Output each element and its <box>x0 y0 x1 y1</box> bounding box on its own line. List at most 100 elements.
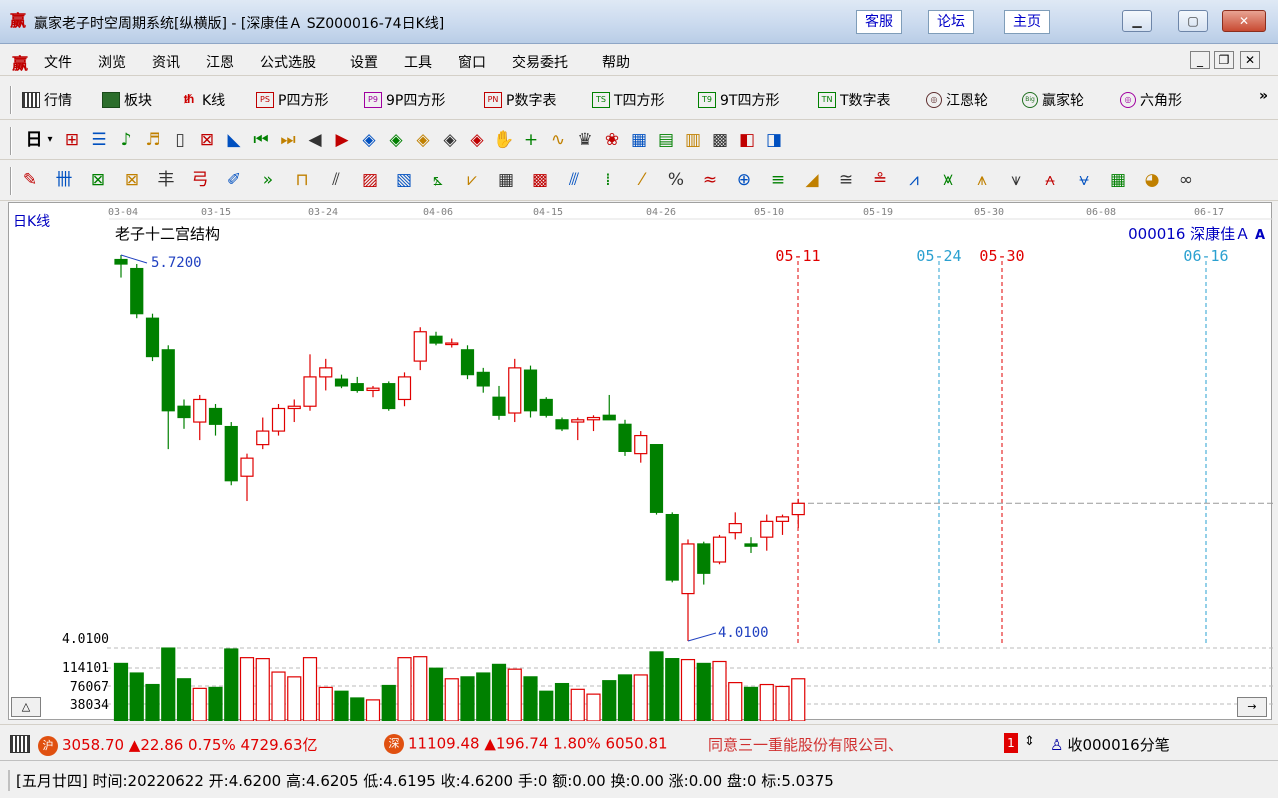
mdi-restore-button[interactable]: ❐ <box>1214 51 1234 69</box>
chart-tool-6-icon[interactable]: ◣ <box>222 130 246 150</box>
drawing-tool-0-icon[interactable]: ✎ <box>18 170 42 190</box>
chart-tool-11-icon[interactable]: ◈ <box>357 130 381 150</box>
kline-chart[interactable]: 03-04 03-15 03-24 04-06 04-15 04-26 05-10 05-19… <box>8 202 1273 721</box>
drawing-tool-14-icon[interactable]: ▦ <box>494 170 518 190</box>
customer-service-link[interactable]: 客服 <box>856 10 902 34</box>
chart-tool-10-icon[interactable]: ▶ <box>330 130 354 150</box>
drawing-tool-25-icon[interactable]: ≗ <box>868 170 892 190</box>
status-grid-icon[interactable] <box>10 734 30 753</box>
menu-window[interactable]: 窗口 <box>458 52 486 72</box>
toolbar-quotes-button[interactable]: 行情 <box>22 90 72 110</box>
menu-file[interactable]: 文件 <box>44 52 72 72</box>
app-menu-icon[interactable]: 赢 <box>12 50 28 74</box>
chart-tool-2-icon[interactable]: ♪ <box>114 130 138 150</box>
toolbar-hexagon-button[interactable]: ◎ 六角形 <box>1120 90 1182 110</box>
menu-settings[interactable]: 设置 <box>350 52 378 72</box>
close-button[interactable]: ✕ <box>1222 10 1266 32</box>
toolbar-kline-button[interactable]: ᵺ K线 <box>180 90 225 110</box>
menu-trade[interactable]: 交易委托 <box>512 52 568 72</box>
toolbar-t-number-button[interactable]: TN T数字表 <box>818 90 891 110</box>
menu-gann[interactable]: 江恩 <box>206 52 234 72</box>
mdi-minimize-button[interactable]: _ <box>1190 51 1210 69</box>
chart-tool-12-icon[interactable]: ◈ <box>384 130 408 150</box>
toolbar-t-square-button[interactable]: TS T四方形 <box>592 90 665 110</box>
chart-tool-25-icon[interactable]: ◧ <box>735 130 759 150</box>
menu-browse[interactable]: 浏览 <box>98 52 126 72</box>
toolbar-winner-wheel-button[interactable]: Big 赢家轮 <box>1022 90 1084 110</box>
toolbar-more-chevron-icon[interactable]: » <box>1259 88 1268 104</box>
period-dropdown-icon[interactable]: ▾ <box>38 130 62 150</box>
toolbar-p-square-button[interactable]: PS P四方形 <box>256 90 328 110</box>
chart-tool-7-icon[interactable]: ⏮ <box>249 130 273 150</box>
drawing-tool-7-icon[interactable]: » <box>256 170 280 190</box>
drawing-tool-18-icon[interactable]: ⁄ <box>630 170 654 190</box>
chart-tool-15-icon[interactable]: ◈ <box>465 130 489 150</box>
drawing-tool-31-icon[interactable]: ⩝ <box>1072 170 1096 190</box>
minimize-button[interactable]: ▁ <box>1122 10 1152 32</box>
toolbar-p-number-button[interactable]: PN P数字表 <box>484 90 556 110</box>
drawing-tool-29-icon[interactable]: ⩛ <box>1004 170 1028 190</box>
scroll-right-button[interactable]: → <box>1237 697 1267 717</box>
drawing-tool-8-icon[interactable]: ⊓ <box>290 170 314 190</box>
toolbar-9t-square-button[interactable]: T9 9T四方形 <box>698 90 779 110</box>
menu-help[interactable]: 帮助 <box>602 52 630 72</box>
drawing-tool-1-icon[interactable]: 卌 <box>52 170 76 190</box>
drawing-tool-17-icon[interactable]: ⁞ <box>596 170 620 190</box>
chart-tool-5-icon[interactable]: ⊠ <box>195 130 219 150</box>
news-ticker[interactable]: 同意三一重能股份有限公司、 <box>708 734 1000 755</box>
drawing-tool-21-icon[interactable]: ⊕ <box>732 170 756 190</box>
shenzhen-index[interactable]: 深 11109.48 ▲196.74 1.80% 6050.81 <box>384 734 668 754</box>
drawing-tool-10-icon[interactable]: ▨ <box>358 170 382 190</box>
drawing-tool-2-icon[interactable]: ⊠ <box>86 170 110 190</box>
chart-tool-16-icon[interactable]: ✋ <box>492 130 516 150</box>
homepage-link[interactable]: 主页 <box>1004 10 1050 34</box>
forum-link[interactable]: 论坛 <box>928 10 974 34</box>
chart-tool-14-icon[interactable]: ◈ <box>438 130 462 150</box>
drawing-tool-9-icon[interactable]: ⫽ <box>324 170 348 190</box>
chart-tool-1-icon[interactable]: ☰ <box>87 130 111 150</box>
chart-tool-8-icon[interactable]: ⏭ <box>276 130 300 150</box>
drawing-tool-16-icon[interactable]: ⫻ <box>562 170 586 190</box>
menu-news[interactable]: 资讯 <box>152 52 180 72</box>
drawing-tool-23-icon[interactable]: ◢ <box>800 170 824 190</box>
drawing-tool-33-icon[interactable]: ◕ <box>1140 170 1164 190</box>
chart-tool-13-icon[interactable]: ◈ <box>411 130 435 150</box>
drawing-tool-6-icon[interactable]: ✐ <box>222 170 246 190</box>
drawing-tool-32-icon[interactable]: ▦ <box>1106 170 1130 190</box>
drawing-tool-5-icon[interactable]: 弓 <box>188 170 212 190</box>
chart-tool-26-icon[interactable]: ◨ <box>762 130 786 150</box>
drawing-tool-4-icon[interactable]: 丰 <box>154 170 178 190</box>
drawing-tool-13-icon[interactable]: ⩗ <box>460 170 484 190</box>
chart-tool-0-icon[interactable]: ⊞ <box>60 130 84 150</box>
toolbar-sector-button[interactable]: 板块 <box>102 90 152 110</box>
toolbar-9p-square-button[interactable]: P9 9P四方形 <box>364 90 445 110</box>
drawing-tool-30-icon[interactable]: ⩜ <box>1038 170 1062 190</box>
scroll-up-button[interactable]: △ <box>11 697 41 717</box>
drawing-tool-26-icon[interactable]: ⩘ <box>902 170 926 190</box>
ticker-spinner-icon[interactable]: ⇕ <box>1024 734 1035 749</box>
drawing-tool-28-icon[interactable]: ⩚ <box>970 170 994 190</box>
tick-data-label[interactable]: ♙ 收000016分笔 <box>1050 734 1170 755</box>
chart-tool-4-icon[interactable]: ▯ <box>168 130 192 150</box>
chart-tool-21-icon[interactable]: ▦ <box>627 130 651 150</box>
menu-tools[interactable]: 工具 <box>404 52 432 72</box>
chart-tool-23-icon[interactable]: ▥ <box>681 130 705 150</box>
chart-tool-19-icon[interactable]: ♛ <box>573 130 597 150</box>
chart-tool-20-icon[interactable]: ❀ <box>600 130 624 150</box>
menu-formula-screen[interactable]: 公式选股 <box>260 52 316 72</box>
drawing-tool-34-icon[interactable]: ∞ <box>1174 170 1198 190</box>
drawing-tool-12-icon[interactable]: ⦩ <box>426 170 450 190</box>
drawing-tool-27-icon[interactable]: ⩙ <box>936 170 960 190</box>
drawing-tool-22-icon[interactable]: ≡ <box>766 170 790 190</box>
chart-tool-24-icon[interactable]: ▩ <box>708 130 732 150</box>
mdi-close-button[interactable]: ✕ <box>1240 51 1260 69</box>
drawing-tool-15-icon[interactable]: ▩ <box>528 170 552 190</box>
drawing-tool-11-icon[interactable]: ▧ <box>392 170 416 190</box>
maximize-button[interactable]: ▢ <box>1178 10 1208 32</box>
chart-tool-9-icon[interactable]: ◀ <box>303 130 327 150</box>
chart-tool-18-icon[interactable]: ∿ <box>546 130 570 150</box>
chart-tool-17-icon[interactable]: + <box>519 130 543 150</box>
drawing-tool-20-icon[interactable]: ≈ <box>698 170 722 190</box>
shanghai-index[interactable]: 沪 3058.70 ▲22.86 0.75% 4729.63亿 <box>38 734 318 756</box>
drawing-tool-19-icon[interactable]: % <box>664 170 688 190</box>
